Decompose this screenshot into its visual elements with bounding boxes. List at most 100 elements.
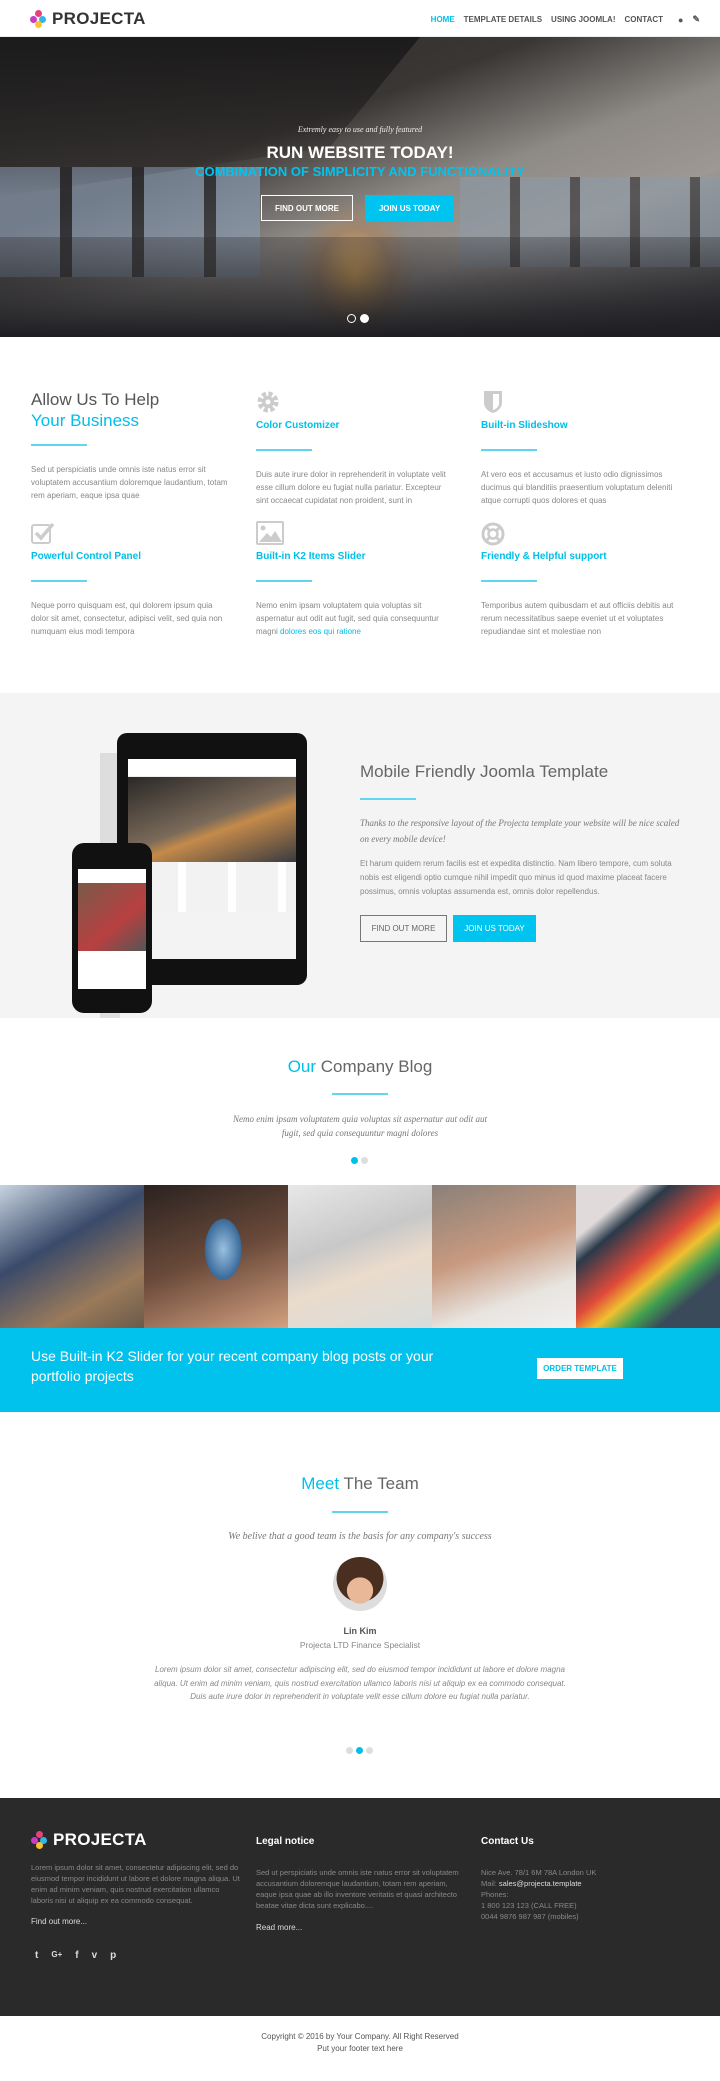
divider	[481, 449, 537, 451]
feature-text: At vero eos et accusamus et iusto odio d…	[481, 469, 673, 505]
title-accent: Meet	[301, 1474, 340, 1493]
phone-2: 0044 9876 987 987 (mobiles)	[481, 1912, 579, 1921]
logo[interactable]: PROJECTA	[30, 9, 146, 29]
twitter-icon[interactable]: t	[35, 1950, 38, 1961]
divider	[31, 580, 87, 582]
blog-image-writing[interactable]	[432, 1185, 576, 1328]
dot[interactable]	[346, 1747, 353, 1754]
features-intro: Sed ut perspiciatis unde omnis iste natu…	[31, 444, 231, 502]
avatar	[333, 1557, 387, 1611]
contact-title: Contact Us	[481, 1836, 534, 1847]
find-out-more-link[interactable]: Find out more...	[31, 1917, 241, 1926]
divider	[256, 580, 312, 582]
divider	[31, 444, 87, 446]
title-rest: Company Blog	[316, 1057, 433, 1076]
about-text: Lorem ipsum dolor sit amet, consectetur …	[31, 1863, 240, 1905]
features-heading: Allow Us To Help Your Business	[31, 389, 159, 431]
team-title: Meet The Team	[0, 1474, 720, 1494]
divider	[481, 580, 537, 582]
user-icon[interactable]: ●	[678, 15, 683, 25]
member-name: Lin Kim	[343, 1626, 377, 1636]
feature-title: Powerful Control Panel	[31, 551, 142, 562]
hero-tagline: COMBINATION OF SIMPLICITY AND FUNCTIONAL…	[195, 164, 525, 179]
feature-text: Temporibus autem quibusdam et aut offici…	[481, 600, 674, 636]
join-us-today-button[interactable]: JOIN US TODAY	[365, 195, 454, 221]
mail-link[interactable]: sales@projecta.template	[499, 1879, 582, 1888]
dot-active[interactable]	[356, 1747, 363, 1754]
dot[interactable]	[361, 1157, 368, 1164]
shield-icon	[481, 390, 505, 414]
header: PROJECTA HOME TEMPLATE DETAILS USING JOO…	[0, 0, 720, 37]
hero-slider: Extremly easy to use and fully featured …	[0, 37, 720, 337]
heading-line2: Your Business	[31, 411, 140, 430]
feature-color-customizer: Color Customizer Duis aute irure dolor i…	[256, 390, 456, 507]
address: Nice Ave. 78/1 6M 78A London UK	[481, 1868, 597, 1877]
nav-contact[interactable]: CONTACT	[625, 15, 664, 24]
dot-active[interactable]	[351, 1157, 358, 1164]
footer-legal: Legal notice Sed ut perspiciatis unde om…	[256, 1836, 466, 1932]
footer-logo[interactable]: PROJECTA	[31, 1830, 241, 1850]
hero-title: RUN WEBSITE TODAY!	[266, 143, 454, 162]
join-us-today-button-2[interactable]: JOIN US TODAY	[453, 915, 536, 942]
blog-image-phone[interactable]	[144, 1185, 288, 1328]
legal-title: Legal notice	[256, 1836, 315, 1847]
team-quote: We belive that a good team is the basis …	[228, 1531, 492, 1542]
blog-quote: Nemo enim ipsam voluptatem quia voluptas…	[233, 1114, 487, 1138]
slide-dot[interactable]	[347, 314, 356, 323]
footer: PROJECTA Lorem ipsum dolor sit amet, con…	[0, 1798, 720, 2016]
facebook-icon[interactable]: f	[75, 1950, 78, 1961]
read-more-link[interactable]: Read more...	[256, 1923, 466, 1932]
mobile-lead: Thanks to the responsive layout of the P…	[360, 818, 680, 844]
feature-title: Friendly & Helpful support	[481, 551, 607, 562]
nav-template-details[interactable]: TEMPLATE DETAILS	[464, 15, 542, 24]
order-template-button[interactable]: ORDER TEMPLATE	[537, 1358, 623, 1379]
phone-mockup	[72, 843, 152, 1013]
nav-using-joomla[interactable]: USING JOOMLA!	[551, 15, 615, 24]
title-rest: The Team	[339, 1474, 419, 1493]
divider	[332, 1511, 388, 1513]
gear-icon	[256, 390, 280, 414]
dot[interactable]	[366, 1747, 373, 1754]
main-nav: HOME TEMPLATE DETAILS USING JOOMLA! CONT…	[431, 14, 700, 25]
divider	[360, 798, 416, 800]
intro-text: Sed ut perspiciatis unde omnis iste natu…	[31, 464, 228, 500]
member-bio: Lorem ipsum dolor sit amet, consectetur …	[154, 1665, 566, 1701]
find-out-more-button-2[interactable]: FIND OUT MORE	[360, 915, 447, 942]
hero-subtitle: Extremly easy to use and fully featured	[297, 125, 423, 134]
phones-label: Phones:	[481, 1890, 509, 1899]
footer-about: PROJECTA Lorem ipsum dolor sit amet, con…	[31, 1830, 241, 1961]
blog-image-tablet[interactable]	[576, 1185, 720, 1328]
image-icon	[256, 521, 284, 545]
mail-label: Mail:	[481, 1879, 499, 1888]
mobile-friendly-section	[0, 693, 720, 1018]
pencil-icon[interactable]: ✎	[692, 14, 700, 25]
blog-title: Our Company Blog	[0, 1057, 720, 1077]
team-dots	[346, 1747, 373, 1754]
google-plus-icon[interactable]: G+	[51, 1950, 62, 1961]
mobile-text: Et harum quidem rerum facilis est et exp…	[360, 859, 672, 896]
heading-line1: Allow Us To Help	[31, 390, 160, 409]
title-accent: Our	[287, 1057, 317, 1076]
feature-text: Nemo enim ipsam voluptatem quia voluptas…	[256, 599, 456, 638]
slide-dot-active[interactable]	[360, 314, 369, 323]
member-role: Projecta LTD Finance Specialist	[299, 1640, 421, 1650]
blog-image-reading[interactable]	[0, 1185, 144, 1328]
mobile-title: Mobile Friendly Joomla Template	[360, 762, 609, 781]
vimeo-icon[interactable]: v	[92, 1950, 98, 1961]
logo-text: PROJECTA	[53, 1830, 147, 1849]
slider-dots	[347, 314, 369, 323]
mail-line: Mail: sales@projecta.template	[481, 1878, 691, 1889]
feature-link[interactable]: dolores eos qui ratione	[280, 627, 361, 636]
lifebuoy-icon	[481, 521, 505, 546]
blog-image-laptop[interactable]	[288, 1185, 432, 1328]
feature-k2-slider: Built-in K2 Items Slider Nemo enim ipsam…	[256, 521, 456, 638]
blog-dots	[351, 1157, 368, 1164]
nav-home[interactable]: HOME	[431, 15, 455, 24]
copyright: Copyright © 2016 by Your Company. All Ri…	[0, 2031, 720, 2055]
feature-title: Built-in K2 Items Slider	[256, 551, 366, 562]
band-text: Use Built-in K2 Slider for your recent c…	[31, 1348, 434, 1384]
find-out-more-button[interactable]: FIND OUT MORE	[261, 195, 353, 221]
pinterest-icon[interactable]: p	[110, 1950, 116, 1961]
logo-icon	[31, 1831, 47, 1849]
footer-contact: Contact Us Nice Ave. 78/1 6M 78A London …	[481, 1836, 691, 1922]
